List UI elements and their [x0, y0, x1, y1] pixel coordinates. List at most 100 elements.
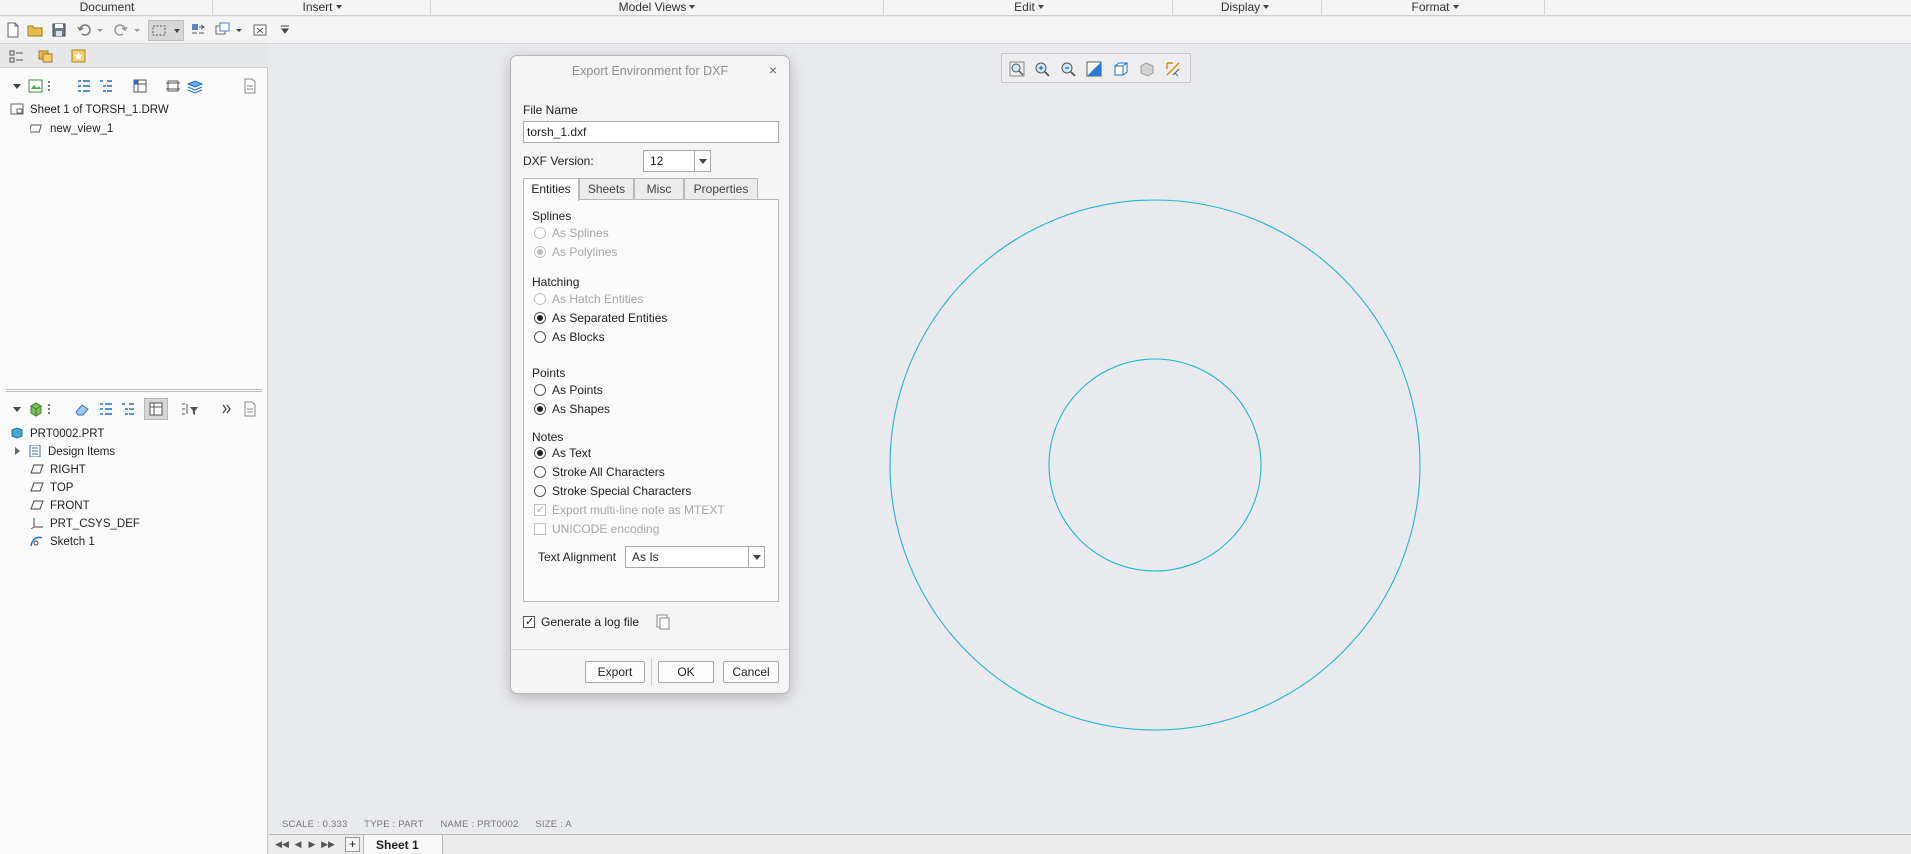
windows-icon[interactable]: [215, 22, 231, 38]
tree-item-view[interactable]: new_view_1: [30, 120, 113, 138]
folder-browser-tab-icon[interactable]: [37, 48, 55, 64]
menu-edit[interactable]: Edit: [1007, 0, 1051, 16]
checkbox-generate-log[interactable]: Generate a log file: [523, 614, 639, 630]
tree-columns-button[interactable]: [144, 398, 168, 420]
text-alignment-select[interactable]: As Is: [625, 546, 765, 568]
show-icon[interactable]: [242, 401, 258, 417]
radio-label: Stroke Special Characters: [552, 484, 692, 498]
regenerate-icon[interactable]: [190, 22, 206, 38]
file-name-input[interactable]: torsh_1.dxf: [523, 121, 779, 143]
tree-item-design-items[interactable]: Design Items: [14, 443, 115, 461]
tree-item-right[interactable]: RIGHT: [30, 461, 86, 479]
panel-splitter[interactable]: [6, 389, 262, 392]
radio-as-separated-entities[interactable]: As Separated Entities: [534, 310, 667, 326]
tree-item-top[interactable]: TOP: [30, 479, 73, 497]
part-model-icon[interactable]: [28, 401, 44, 417]
menu-display[interactable]: Display: [1215, 0, 1275, 16]
tree-item-csys[interactable]: PRT_CSYS_DEF: [30, 515, 140, 533]
status-type: TYPE : PART: [364, 819, 424, 830]
more-options-icon[interactable]: [46, 401, 52, 417]
open-folder-icon[interactable]: [27, 22, 43, 38]
close-window-icon[interactable]: [252, 22, 268, 38]
cancel-button[interactable]: Cancel: [723, 661, 779, 683]
radio-stroke-special-characters[interactable]: Stroke Special Characters: [534, 483, 691, 499]
design-items-icon: [29, 445, 41, 457]
chevron-right-double-icon[interactable]: [222, 401, 232, 417]
radio-stroke-all-characters[interactable]: Stroke All Characters: [534, 464, 665, 480]
radio-indicator: [534, 466, 546, 478]
drawing-sheet-icon[interactable]: [28, 78, 44, 94]
tab-misc[interactable]: Misc: [634, 178, 684, 200]
last-sheet-button[interactable]: ▶▶: [321, 838, 335, 851]
save-icon[interactable]: [51, 22, 67, 38]
inner-circle[interactable]: [1048, 358, 1262, 572]
selection-mode-button[interactable]: [148, 20, 184, 41]
redo-icon[interactable]: [113, 22, 129, 38]
checkbox-indicator: [534, 502, 546, 518]
undo-icon[interactable]: [76, 22, 92, 38]
tree-item-label: PRT_CSYS_DEF: [50, 518, 140, 530]
radio-label: As Hatch Entities: [552, 292, 644, 306]
layers-stack-icon[interactable]: [187, 78, 203, 94]
next-sheet-button[interactable]: ▶: [305, 838, 319, 851]
expand-arrow-icon[interactable]: [14, 446, 22, 456]
favorites-tab-icon[interactable]: [70, 48, 88, 64]
redo-dropdown-icon[interactable]: [133, 22, 141, 38]
menu-bar: Document Insert Model Views Edit Display…: [0, 0, 1911, 16]
tree-item-sketch[interactable]: Sketch 1: [30, 533, 95, 551]
add-sheet-button[interactable]: +: [345, 837, 360, 852]
first-sheet-button[interactable]: ◀◀: [275, 838, 289, 851]
more-options-icon[interactable]: [46, 78, 52, 94]
chevron-down-icon[interactable]: [748, 547, 764, 567]
new-file-icon[interactable]: [5, 22, 21, 38]
tree-columns-icon[interactable]: [132, 78, 148, 94]
tree-item-front[interactable]: FRONT: [30, 497, 90, 515]
chevron-down-icon[interactable]: [235, 22, 243, 38]
menu-insert[interactable]: Insert: [296, 0, 348, 16]
menu-document[interactable]: Document: [70, 0, 144, 16]
chevron-down-icon[interactable]: [694, 151, 710, 171]
menu-model-views[interactable]: Model Views: [612, 0, 702, 16]
radio-as-blocks[interactable]: As Blocks: [534, 329, 605, 345]
tab-entities[interactable]: Entities: [523, 178, 579, 201]
outer-circle[interactable]: [889, 199, 1421, 731]
navigator-tabs: [0, 44, 268, 68]
tree-item-part[interactable]: PRT0002.PRT: [10, 425, 104, 443]
undo-dropdown-icon[interactable]: [96, 22, 104, 38]
collapse-all-icon[interactable]: [98, 78, 114, 94]
tab-sheets[interactable]: Sheets: [579, 178, 634, 200]
tab-properties[interactable]: Properties: [684, 178, 758, 200]
dialog-divider: [511, 649, 789, 650]
collapse-all-icon[interactable]: [120, 401, 136, 417]
chevron-down-icon[interactable]: [12, 78, 22, 94]
entities-panel: Splines As Splines As Polylines Hatching…: [523, 199, 779, 602]
eraser-icon[interactable]: [74, 401, 90, 417]
chevron-down-icon[interactable]: [12, 401, 22, 417]
filter-icon[interactable]: [180, 401, 200, 417]
tree-item-sheet[interactable]: Sheet 1 of TORSH_1.DRW: [10, 101, 169, 119]
radio-as-text[interactable]: As Text: [534, 445, 591, 461]
chevron-down-icon: [1452, 5, 1459, 9]
customize-toolbar-icon[interactable]: [280, 22, 290, 38]
radio-as-points[interactable]: As Points: [534, 382, 603, 398]
menu-separator: [212, 0, 213, 16]
radio-indicator: [534, 312, 546, 324]
expand-all-icon[interactable]: [98, 401, 114, 417]
model-tree-tab-icon[interactable]: [8, 48, 26, 64]
drawing-tree-toolbar: [0, 74, 268, 98]
radio-indicator: [534, 384, 546, 396]
layer-icon[interactable]: [165, 78, 181, 94]
ok-button[interactable]: OK: [658, 661, 714, 683]
expand-all-icon[interactable]: [76, 78, 92, 94]
quick-access-toolbar: [0, 17, 1911, 44]
show-icon[interactable]: [242, 78, 258, 94]
sheet-tab-1[interactable]: Sheet 1: [363, 835, 443, 854]
export-button[interactable]: Export: [585, 661, 645, 683]
menu-format[interactable]: Format: [1405, 0, 1465, 16]
close-icon[interactable]: ×: [766, 63, 780, 77]
dxf-version-select[interactable]: 12: [643, 150, 711, 172]
previous-sheet-button[interactable]: ◀: [291, 838, 305, 851]
radio-as-shapes[interactable]: As Shapes: [534, 401, 610, 417]
radio-label: As Points: [552, 383, 603, 397]
open-log-icon[interactable]: [655, 614, 671, 630]
